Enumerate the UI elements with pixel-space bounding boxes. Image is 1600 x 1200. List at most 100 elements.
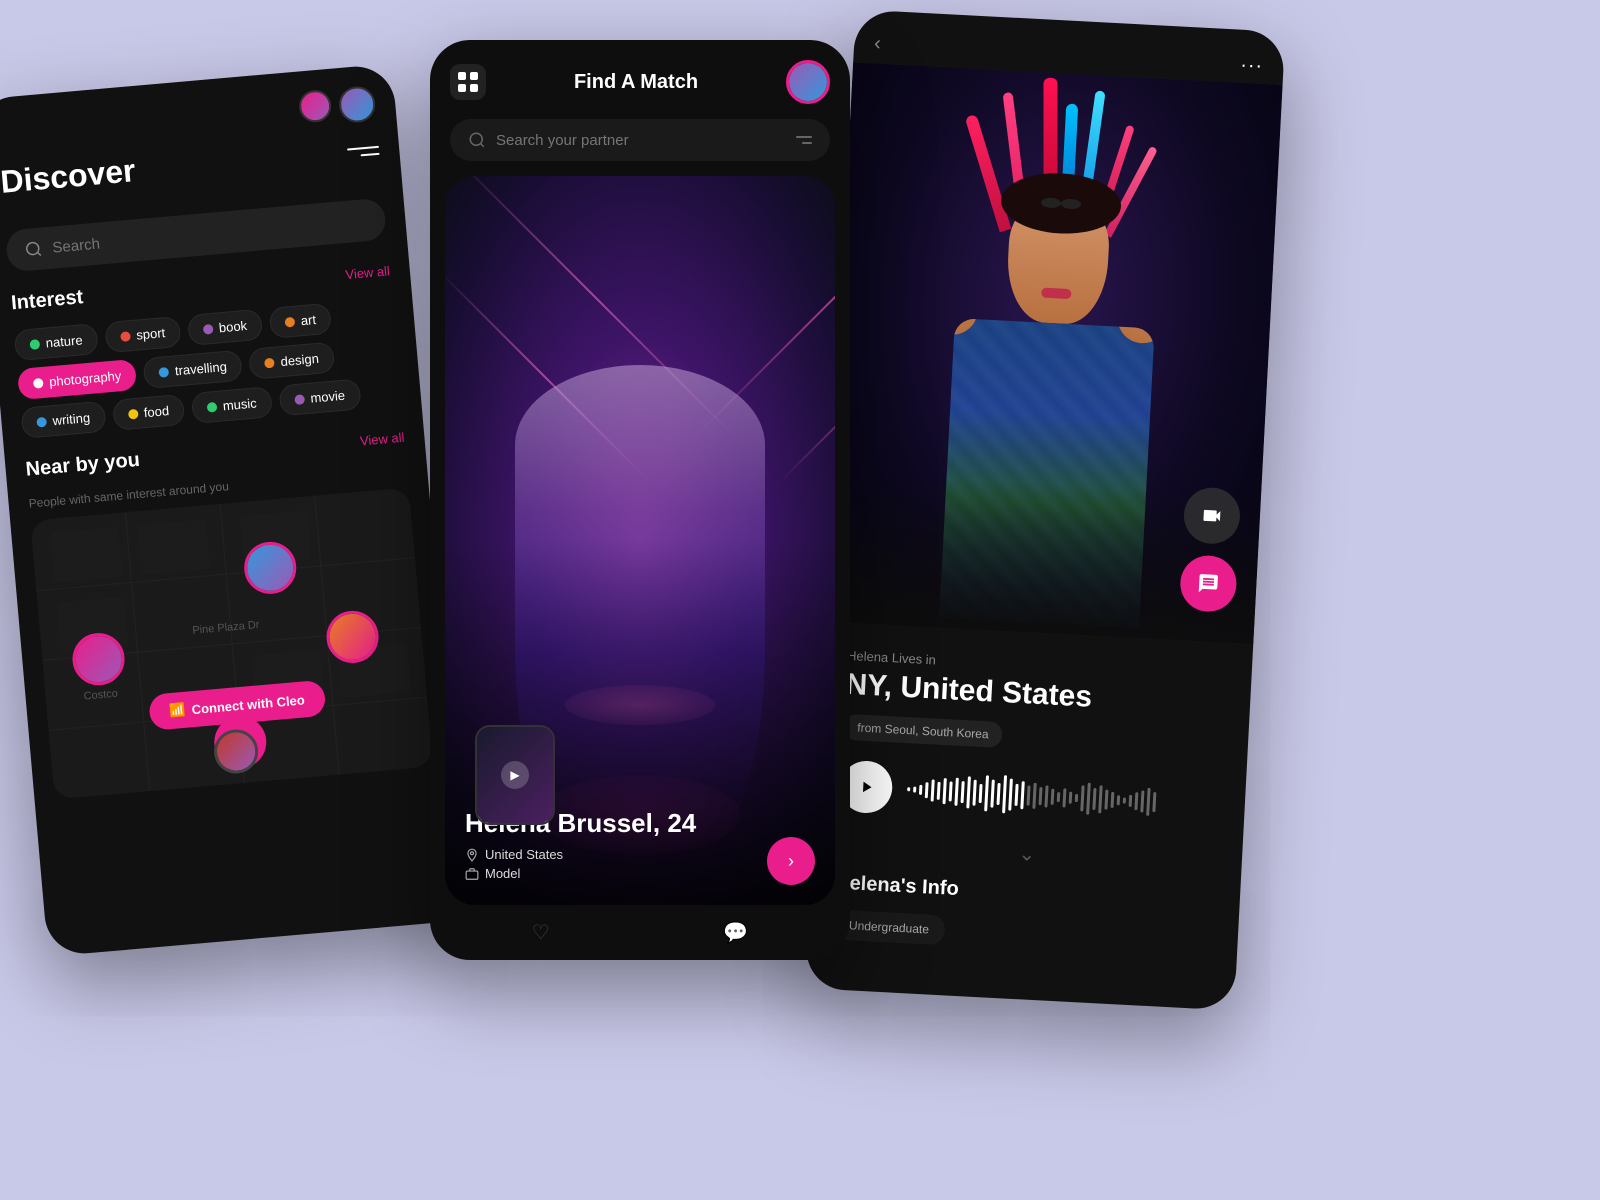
chevron-down-icon[interactable]: ⌄ — [837, 832, 1218, 877]
phone-discover: Discover Interest View all nature — [0, 63, 467, 956]
wave-bar-35 — [1117, 795, 1121, 805]
wave-bar-36 — [1123, 797, 1126, 803]
wave-bar-22 — [1039, 787, 1043, 805]
p3-profile-image — [824, 62, 1283, 644]
wave-bar-33 — [1104, 789, 1108, 809]
info-title: Helena's Info — [835, 872, 1216, 915]
wave-bar-28 — [1075, 794, 1078, 802]
info-badges: Undergraduate — [832, 909, 1213, 959]
wave-bar-41 — [1152, 792, 1156, 812]
dot-movie — [294, 394, 305, 405]
dot-music — [206, 401, 217, 412]
wave-bar-32 — [1098, 785, 1102, 813]
back-icon[interactable]: ‹ — [874, 32, 882, 55]
card-location: United States — [465, 847, 815, 862]
grid-dot-2 — [470, 72, 478, 80]
chat-button[interactable] — [1179, 554, 1238, 613]
interest-movie[interactable]: movie — [278, 378, 361, 416]
wave-bar-23 — [1044, 785, 1048, 808]
wave-bar-31 — [1092, 788, 1096, 811]
dot-sport — [120, 331, 131, 342]
waveform — [906, 769, 1221, 825]
wave-bar-40 — [1146, 788, 1150, 816]
interest-title: Interest — [10, 286, 84, 315]
wave-bar-27 — [1069, 791, 1073, 804]
grid-icon[interactable] — [450, 64, 486, 100]
interest-travelling[interactable]: travelling — [143, 350, 243, 389]
wave-bar-29 — [1080, 786, 1084, 811]
p2-filter-icon[interactable] — [796, 136, 812, 144]
interest-photography-label: photography — [49, 368, 122, 389]
interest-design[interactable]: design — [248, 342, 335, 380]
chat-icon — [1197, 572, 1220, 595]
interest-writing[interactable]: writing — [20, 401, 106, 439]
wave-bar-24 — [1051, 789, 1055, 804]
video-thumbnail[interactable]: ▶ — [475, 725, 555, 825]
dot-writing — [36, 416, 47, 427]
wave-bar-9 — [961, 781, 965, 804]
p2-title: Find A Match — [574, 71, 698, 94]
wave-bar-7 — [949, 781, 953, 801]
p2-search-input[interactable] — [496, 132, 786, 149]
p2-search-icon — [468, 131, 486, 149]
next-button[interactable]: › — [767, 837, 815, 885]
view-all-nearby[interactable]: View all — [359, 430, 405, 449]
wave-bar-13 — [984, 776, 989, 812]
interest-music[interactable]: music — [191, 386, 273, 424]
connect-label: Connect with Cleo — [191, 692, 305, 717]
dot-food — [127, 408, 138, 419]
briefcase-icon — [465, 867, 479, 881]
action-buttons — [1179, 486, 1241, 613]
p2-search-bar[interactable] — [450, 119, 830, 161]
wave-bar-5 — [937, 782, 941, 800]
wave-bar-15 — [996, 782, 1000, 805]
interest-art-label: art — [300, 312, 316, 328]
interest-sport-label: sport — [136, 325, 166, 342]
interest-nature[interactable]: nature — [14, 323, 99, 361]
wave-bar-20 — [1027, 785, 1031, 805]
map-area: Costco Pine Plaza Dr 📶 Connect with Cleo… — [30, 487, 433, 799]
nav-heart[interactable]: ♡ — [532, 920, 550, 945]
wave-bar-17 — [1008, 779, 1013, 811]
p2-user-avatar[interactable] — [786, 60, 830, 104]
location-icon — [465, 848, 479, 862]
interest-design-label: design — [280, 351, 319, 369]
interest-book[interactable]: book — [187, 309, 264, 346]
wave-bar-38 — [1134, 792, 1138, 810]
view-all-interest[interactable]: View all — [345, 263, 391, 282]
wave-bar-1 — [913, 786, 916, 792]
grid-dot-3 — [458, 84, 466, 92]
wave-bar-26 — [1062, 788, 1066, 807]
wave-bar-18 — [1014, 783, 1018, 806]
interests-grid: nature sport book art photography trav — [14, 297, 402, 439]
p2-header: Find A Match — [430, 40, 850, 119]
nav-message[interactable]: 💬 — [723, 920, 748, 945]
interest-travelling-label: travelling — [174, 359, 227, 378]
dot-nature — [29, 339, 40, 350]
interest-art[interactable]: art — [269, 303, 333, 339]
phone-find-match: Find A Match — [430, 40, 850, 960]
wave-bar-14 — [990, 780, 994, 808]
wave-bar-34 — [1111, 792, 1115, 807]
search-input[interactable] — [52, 212, 368, 256]
card-occupation: Model — [465, 866, 815, 881]
options-icon[interactable]: ... — [1240, 50, 1264, 74]
wave-bar-6 — [942, 778, 946, 803]
wave-bar-0 — [907, 787, 910, 791]
video-call-button[interactable] — [1183, 486, 1242, 545]
filter-icon[interactable] — [347, 146, 381, 171]
wave-bar-30 — [1086, 783, 1091, 815]
interest-photography[interactable]: photography — [17, 359, 138, 400]
dot-design — [264, 357, 275, 368]
dot-travelling — [159, 366, 170, 377]
audio-player[interactable] — [839, 760, 1221, 832]
dot-art — [284, 316, 295, 327]
play-btn-sm[interactable]: ▶ — [477, 727, 553, 823]
wave-bar-37 — [1129, 794, 1133, 807]
interest-food[interactable]: food — [112, 394, 186, 431]
search-icon — [24, 240, 44, 260]
profile-card[interactable]: Helena Brussel, 24 United States — [445, 176, 835, 905]
interest-sport[interactable]: sport — [104, 316, 181, 353]
phone-profile-detail: ‹ ... — [805, 9, 1286, 1010]
interest-writing-label: writing — [52, 410, 91, 428]
